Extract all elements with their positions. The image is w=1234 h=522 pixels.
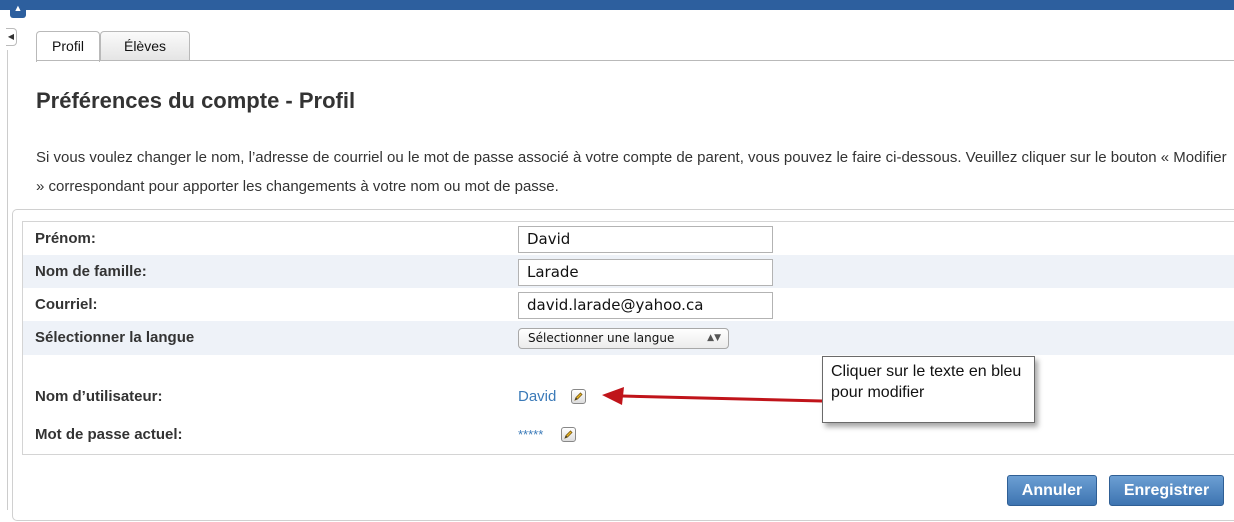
language-select-value: Sélectionner une langue (528, 331, 675, 345)
last-name-label: Nom de famille: (35, 263, 147, 280)
first-name-label: Prénom: (35, 230, 96, 247)
cancel-button[interactable]: Annuler (1007, 475, 1097, 506)
row-password: Mot de passe actuel: ***** (23, 418, 1234, 451)
language-label: Sélectionner la langue (35, 329, 195, 346)
page-title: Préférences du compte - Profil (36, 88, 356, 113)
language-select[interactable]: Sélectionner une langue ▲▼ (518, 328, 729, 349)
last-name-field[interactable]: Larade (518, 259, 773, 286)
left-divider (7, 50, 8, 510)
email-label: Courriel: (35, 296, 98, 313)
edit-password-icon[interactable] (561, 427, 576, 442)
row-first-name: Prénom: David (23, 222, 1234, 255)
intro-text: Si vous voulez changer le nom, l’adresse… (36, 149, 1227, 195)
row-last-name: Nom de famille: Larade (23, 255, 1234, 288)
row-language: Sélectionner la langue Sélectionner une … (23, 321, 1234, 355)
annotation-callout: Cliquer sur le texte en bleu pour modifi… (822, 356, 1035, 423)
collapse-header-icon[interactable]: ▲ (10, 0, 26, 18)
sidebar-toggle-icon[interactable]: ◀ (6, 28, 17, 46)
tab-profil[interactable]: Profil (36, 31, 100, 62)
password-label: Mot de passe actuel: (35, 426, 183, 443)
password-link[interactable]: ***** (518, 418, 543, 451)
row-email: Courriel: david.larade@yahoo.ca (23, 288, 1234, 321)
save-button[interactable]: Enregistrer (1109, 475, 1224, 506)
first-name-field[interactable]: David (518, 226, 773, 253)
edit-username-icon[interactable] (571, 389, 586, 404)
tab-underline (36, 60, 1234, 61)
profile-form: Prénom: David Nom de famille: Larade Cou… (22, 221, 1234, 455)
annotation-arrow-icon (602, 387, 823, 405)
top-bar (0, 0, 1234, 10)
email-field[interactable]: david.larade@yahoo.ca (518, 292, 773, 319)
tab-eleves[interactable]: Élèves (100, 31, 190, 61)
select-arrows-icon: ▲▼ (707, 333, 721, 343)
username-link[interactable]: David (518, 380, 556, 413)
username-label: Nom d’utilisateur: (35, 388, 163, 405)
